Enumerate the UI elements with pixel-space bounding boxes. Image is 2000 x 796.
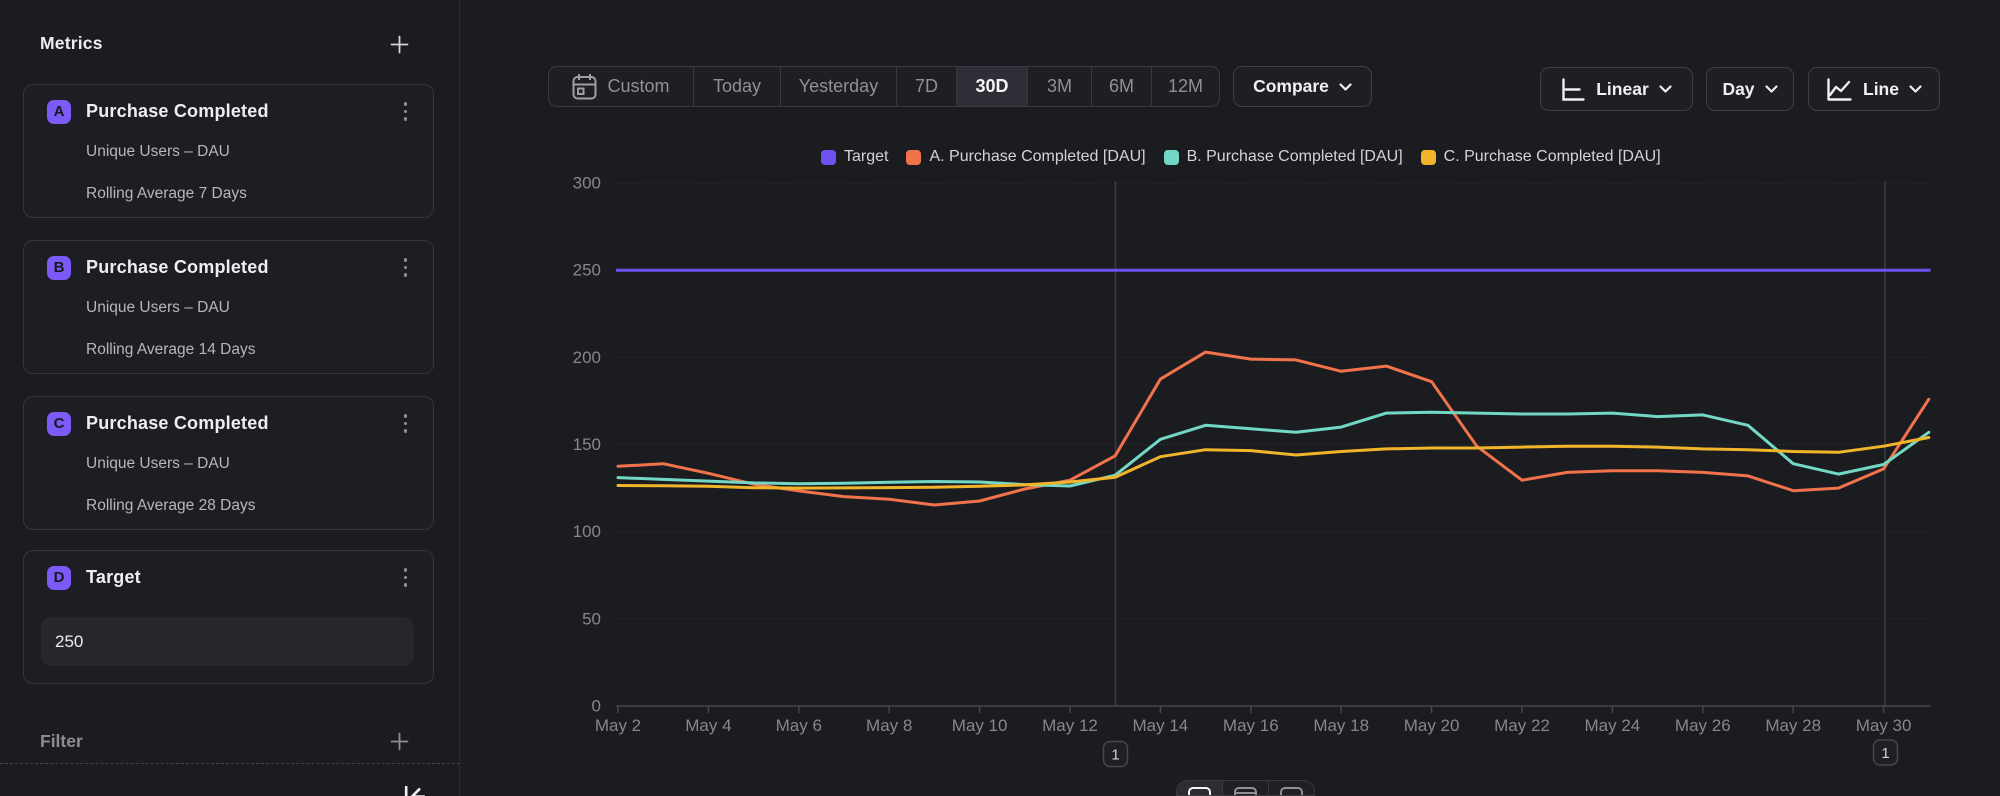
svg-text:May 18: May 18 — [1313, 716, 1369, 735]
svg-text:50: 50 — [582, 609, 601, 628]
svg-text:May 26: May 26 — [1675, 716, 1731, 735]
svg-text:May 2: May 2 — [595, 716, 641, 735]
svg-text:300: 300 — [573, 174, 601, 193]
svg-text:100: 100 — [573, 522, 601, 541]
svg-text:May 6: May 6 — [776, 716, 822, 735]
svg-text:0: 0 — [592, 697, 601, 716]
svg-text:May 22: May 22 — [1494, 716, 1550, 735]
svg-text:May 4: May 4 — [685, 716, 731, 735]
svg-text:150: 150 — [573, 435, 601, 454]
svg-text:May 20: May 20 — [1404, 716, 1460, 735]
svg-text:May 24: May 24 — [1585, 716, 1641, 735]
svg-text:May 12: May 12 — [1042, 716, 1098, 735]
svg-text:1: 1 — [1881, 745, 1889, 762]
svg-text:1: 1 — [1111, 747, 1119, 764]
svg-text:200: 200 — [573, 348, 601, 367]
svg-text:May 16: May 16 — [1223, 716, 1279, 735]
svg-text:250: 250 — [573, 261, 601, 280]
svg-text:May 28: May 28 — [1765, 716, 1821, 735]
svg-text:May 10: May 10 — [952, 716, 1008, 735]
svg-text:May 14: May 14 — [1133, 716, 1189, 735]
svg-text:May 30: May 30 — [1856, 716, 1912, 735]
svg-text:May 8: May 8 — [866, 716, 912, 735]
